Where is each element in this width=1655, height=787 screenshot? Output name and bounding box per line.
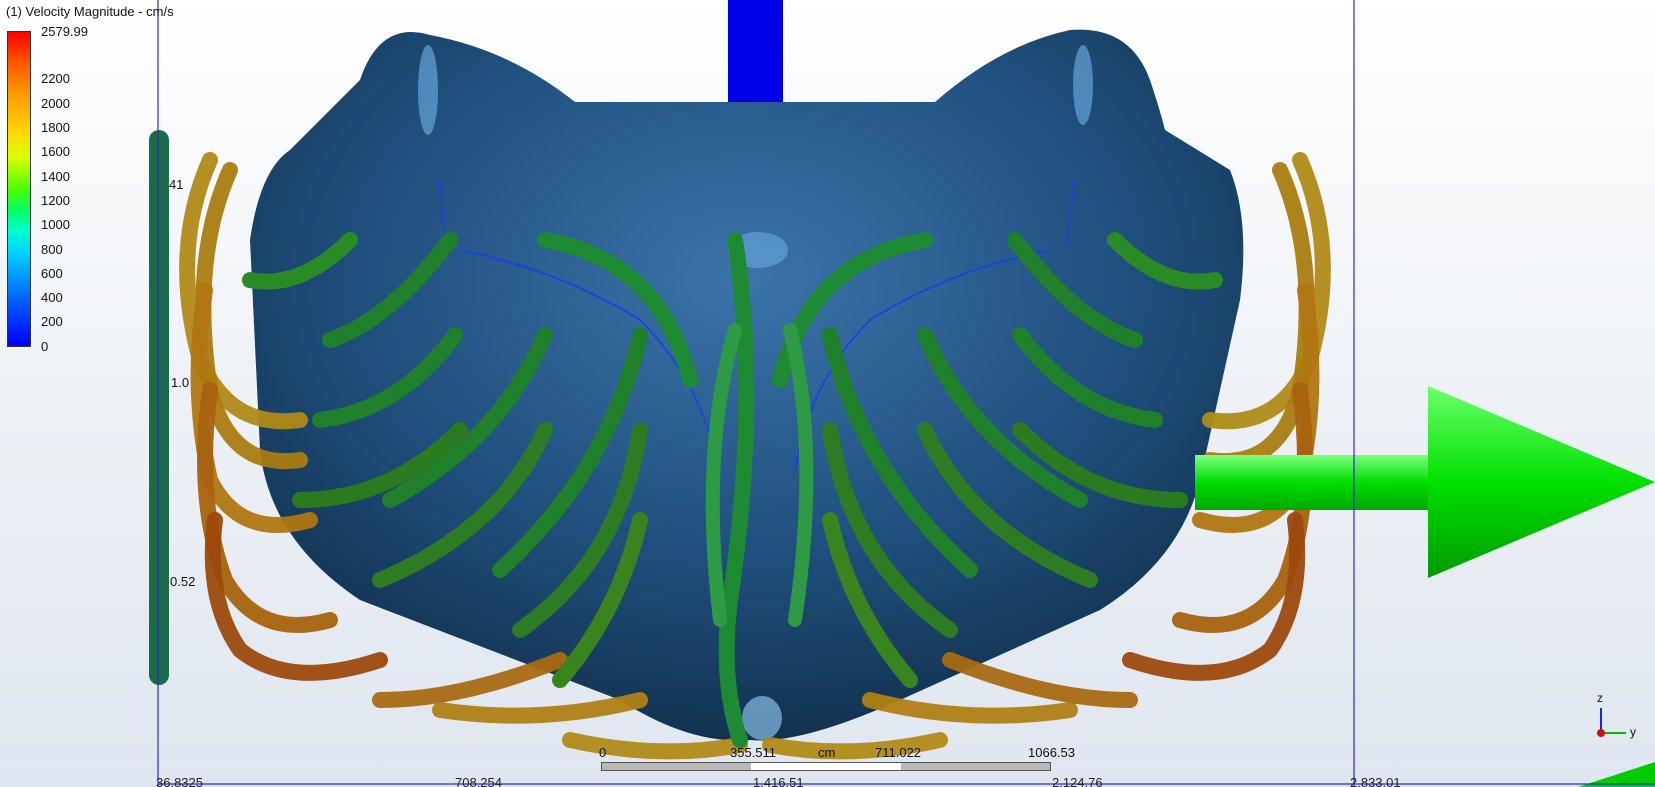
scale-label: 1066.53 xyxy=(1028,745,1075,760)
legend-tick: 2200 xyxy=(41,71,70,86)
3d-viewport[interactable]: (1) Velocity Magnitude - cm/s 2579.99 22… xyxy=(0,0,1655,787)
ruler-label: 2,833.01 xyxy=(1350,775,1401,787)
axis-triad xyxy=(1597,708,1626,737)
legend-tick: 1000 xyxy=(41,217,70,232)
ruler-label: 1,416.51 xyxy=(753,775,804,787)
scale-label: 0 xyxy=(599,745,607,760)
side-label: 1.0 xyxy=(171,375,190,390)
legend-max-label: 2579.99 xyxy=(41,24,88,39)
side-label: 0.52 xyxy=(170,574,196,589)
legend-tick: 200 xyxy=(41,314,63,329)
side-label: 41 xyxy=(169,177,184,192)
scene-canvas xyxy=(149,0,1655,787)
result-title: (1) Velocity Magnitude - cm/s xyxy=(6,4,174,19)
velocity-color-legend xyxy=(7,31,31,347)
legend-tick: 1200 xyxy=(41,193,70,208)
axis-y-label: y xyxy=(1630,725,1636,739)
legend-tick: 1600 xyxy=(41,144,70,159)
legend-tick: 2000 xyxy=(41,96,70,111)
scale-bar xyxy=(601,762,1051,771)
left-streamline-column xyxy=(149,130,169,685)
legend-tick: 1400 xyxy=(41,169,70,184)
legend-tick: 800 xyxy=(41,242,63,257)
scale-label: 711.022 xyxy=(875,745,922,760)
inlet-pipe xyxy=(728,0,783,105)
scale-label: 355.511 xyxy=(730,745,777,760)
legend-tick: 600 xyxy=(41,266,63,281)
scale-unit: cm xyxy=(818,745,836,760)
axis-z-label: z xyxy=(1597,691,1603,705)
legend-tick: 0 xyxy=(41,339,49,354)
ruler-label: 2,124.76 xyxy=(1052,775,1103,787)
ruler-label: 708.254 xyxy=(455,775,502,787)
legend-tick: 1800 xyxy=(41,120,70,135)
legend-tick: 400 xyxy=(41,290,63,305)
ruler-label: 36.8325 xyxy=(156,775,203,787)
